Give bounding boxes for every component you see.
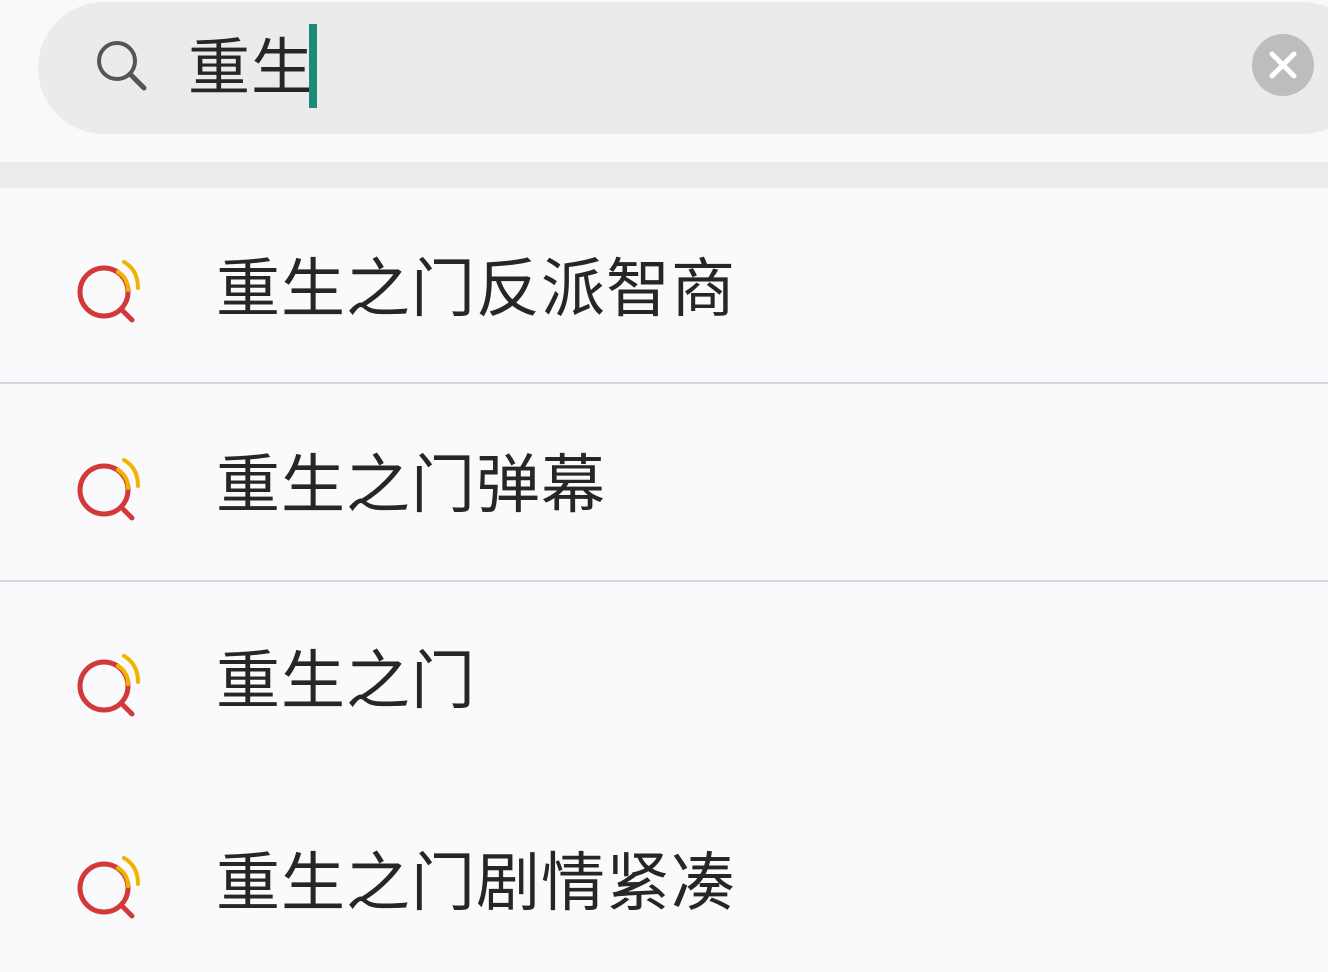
hot-search-icon [77,260,140,323]
suggestion-list: 重生之门反派智商 重生之门弹幕 重生之门 重生之门剧情紧凑 [0,188,1328,972]
search-query-text[interactable]: 重生 [188,28,314,108]
text-caret [309,24,317,108]
suggestion-item[interactable]: 重生之门剧情紧凑 [0,784,1328,972]
search-icon [97,41,147,91]
close-icon [1269,51,1297,79]
search-page: 重生 重生之门反派智商 重生之门弹幕 重生之门 重生之门剧情紧凑 [0,0,1328,972]
search-header: 重生 [0,0,1328,162]
suggestion-label: 重生之门反派智商 [216,253,736,327]
clear-search-button[interactable] [1252,34,1314,96]
suggestion-label: 重生之门剧情紧凑 [216,847,736,921]
suggestion-item[interactable]: 重生之门 [0,584,1328,780]
suggestion-label: 重生之门 [216,645,476,719]
hot-search-icon [77,458,140,521]
hot-search-icon [77,856,140,919]
suggestion-item[interactable]: 重生之门反派智商 [0,188,1328,384]
suggestion-item[interactable]: 重生之门弹幕 [0,386,1328,582]
section-divider [0,162,1328,188]
suggestion-label: 重生之门弹幕 [216,449,606,523]
hot-search-icon [77,654,140,717]
